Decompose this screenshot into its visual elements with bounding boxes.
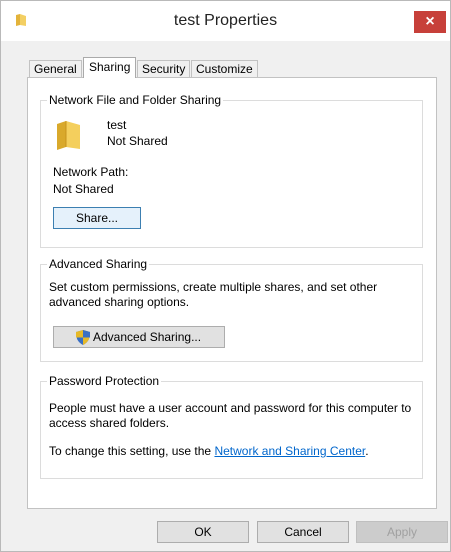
password-protection-legend: Password Protection: [47, 374, 162, 388]
shared-folder-icon: [57, 121, 80, 150]
cancel-button[interactable]: Cancel: [257, 521, 349, 543]
ok-button[interactable]: OK: [157, 521, 249, 543]
apply-button[interactable]: Apply: [356, 521, 448, 543]
network-path-label: Network Path:: [53, 165, 129, 179]
password-protection-description: People must have a user account and pass…: [49, 401, 412, 430]
tab-customize[interactable]: Customize: [191, 60, 258, 77]
close-button[interactable]: ×: [414, 11, 446, 33]
change-setting-prefix: To change this setting, use the: [49, 444, 215, 458]
advanced-sharing-button[interactable]: Advanced Sharing...: [53, 326, 225, 348]
tab-sharing[interactable]: Sharing: [83, 57, 137, 78]
advanced-sharing-description: Set custom permissions, create multiple …: [49, 280, 378, 309]
close-icon: ×: [425, 13, 435, 30]
network-sharing-group: Network File and Folder Sharing test Not…: [40, 93, 423, 248]
sharing-panel: Network File and Folder Sharing test Not…: [27, 77, 437, 509]
advanced-sharing-legend: Advanced Sharing: [47, 257, 150, 271]
tab-general[interactable]: General: [29, 60, 82, 77]
password-protection-group: Password Protection People must have a u…: [40, 374, 423, 479]
advanced-sharing-button-label: Advanced Sharing...: [93, 330, 202, 344]
network-sharing-legend: Network File and Folder Sharing: [47, 93, 224, 107]
share-status: Not Shared: [107, 134, 168, 148]
share-button[interactable]: Share...: [53, 207, 141, 229]
change-setting-text: To change this setting, use the Network …: [49, 444, 369, 458]
network-sharing-center-link[interactable]: Network and Sharing Center: [214, 444, 365, 458]
folder-name: test: [107, 118, 127, 132]
tab-security[interactable]: Security: [137, 60, 191, 77]
properties-dialog: test Properties × General Sharing Securi…: [0, 0, 451, 552]
change-setting-suffix: .: [365, 444, 369, 458]
window-title: test Properties: [173, 12, 278, 29]
title-bar[interactable]: test Properties ×: [1, 1, 450, 41]
network-path-value: Not Shared: [53, 182, 114, 196]
advanced-sharing-group: Advanced Sharing Set custom permissions,…: [40, 257, 423, 362]
uac-shield-icon: [76, 330, 90, 345]
